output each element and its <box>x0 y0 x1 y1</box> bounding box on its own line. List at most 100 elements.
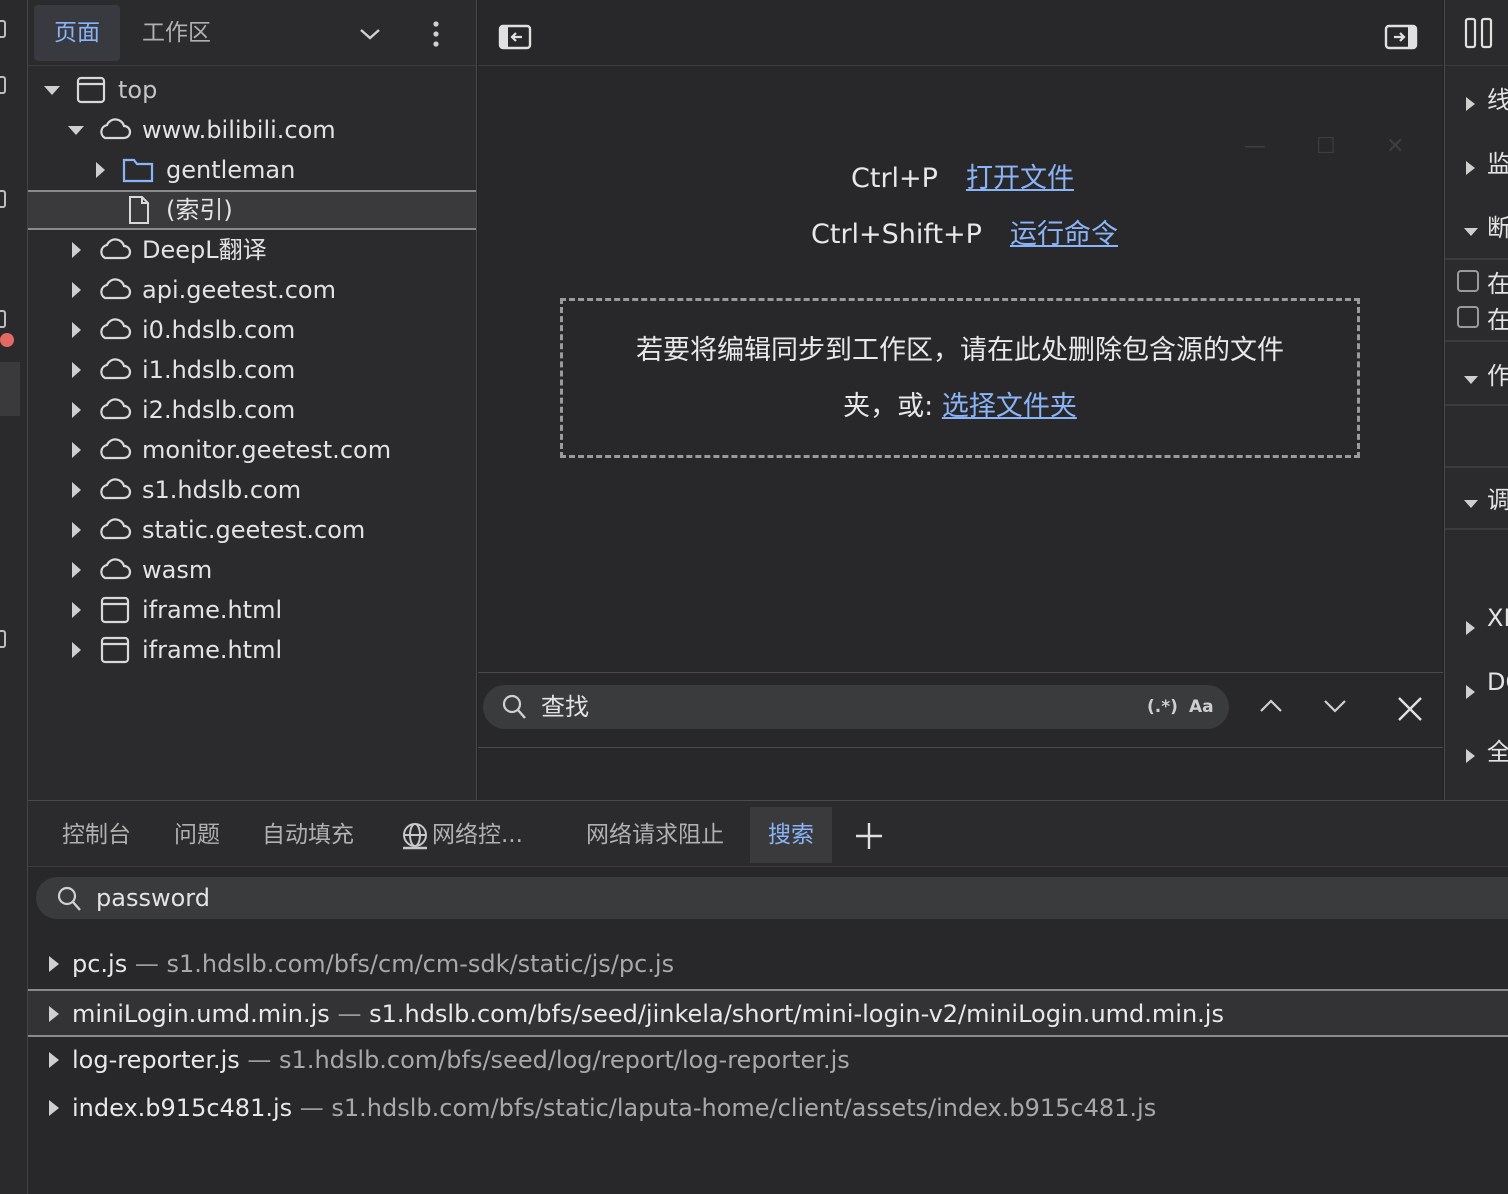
panel-icon[interactable] <box>0 76 6 94</box>
expand-arrow-right-icon[interactable] <box>66 630 86 670</box>
sidebar-section-header[interactable]: 作 <box>1445 356 1508 392</box>
panel-icon[interactable] <box>0 20 6 38</box>
tree-item[interactable]: i2.hdslb.com <box>28 390 476 430</box>
tree-item[interactable]: iframe.html <box>28 630 476 670</box>
navigator-panel: 页面 工作区 top www.bilibili.com gentleman (索引) D… <box>28 0 477 800</box>
expand-arrow-right-icon[interactable] <box>66 430 86 470</box>
expand-arrow-right-icon[interactable] <box>66 510 86 550</box>
tree-item-label: gentleman <box>166 156 296 184</box>
search-result-row[interactable]: pc.js — s1.hdslb.com/bfs/cm/cm-sdk/stati… <box>28 941 1508 989</box>
tab-network-conditions[interactable]: 网络控... <box>382 807 541 863</box>
expand-arrow-right-icon[interactable] <box>66 310 86 350</box>
tree-item[interactable]: gentleman <box>28 150 476 190</box>
expand-arrow-right-icon[interactable] <box>66 350 86 390</box>
cloud-icon <box>96 476 132 504</box>
open-file-link[interactable]: 打开文件 <box>966 163 1074 194</box>
tree-item[interactable]: iframe.html <box>28 590 476 630</box>
expand-arrow-right-icon[interactable] <box>66 390 86 430</box>
result-file-path: s1.hdslb.com/bfs/static/laputa-home/clie… <box>331 1094 1157 1122</box>
select-folder-link[interactable]: 选择文件夹 <box>942 391 1077 422</box>
expand-arrow-right-icon[interactable] <box>46 1037 66 1083</box>
sidebar-checkbox-row[interactable]: 在 <box>1445 300 1508 336</box>
sidebar-section-header[interactable]: 监 <box>1445 144 1508 180</box>
section-divider <box>1445 340 1508 342</box>
tree-item[interactable]: (索引) <box>28 190 476 230</box>
tab-issues[interactable]: 问题 <box>156 807 238 863</box>
toggle-navigator-icon[interactable] <box>498 24 532 50</box>
add-tab-icon[interactable] <box>854 821 884 851</box>
sidebar-section-header[interactable]: 线 <box>1445 80 1508 116</box>
tree-item-label: DeepL翻译 <box>142 236 267 264</box>
frame-icon <box>96 636 132 664</box>
editor-toolbar <box>478 0 1443 66</box>
error-badge-icon <box>0 333 14 347</box>
workspace-drop-zone[interactable]: 若要将编辑同步到工作区，请在此处删除包含源的文件 夹，或: 选择文件夹 <box>560 298 1360 458</box>
sidebar-section-header[interactable]: 全 <box>1445 732 1508 768</box>
cloud-icon <box>96 556 132 584</box>
pause-icon[interactable] <box>1463 16 1495 50</box>
sidebar-section-header[interactable]: DO <box>1445 668 1508 704</box>
sidebar-section-label: 断 <box>1487 208 1508 243</box>
tab-autofill[interactable]: 自动填充 <box>244 807 372 863</box>
tree-item[interactable]: monitor.geetest.com <box>28 430 476 470</box>
run-command-link[interactable]: 运行命令 <box>1010 219 1118 250</box>
tab-request-blocking[interactable]: 网络请求阻止 <box>568 807 742 863</box>
find-bar: 查找 (.*) Aa <box>478 672 1443 748</box>
tab-workspace[interactable]: 工作区 <box>122 5 231 61</box>
tree-item[interactable]: top <box>28 70 476 110</box>
expand-arrow-right-icon[interactable] <box>66 270 86 310</box>
expand-arrow-right-icon[interactable] <box>66 230 86 270</box>
panel-icon[interactable] <box>0 630 6 648</box>
tab-search[interactable]: 搜索 <box>750 807 832 863</box>
regex-toggle[interactable]: (.*) <box>1147 685 1178 729</box>
panel-icon[interactable] <box>0 190 6 208</box>
search-result-row[interactable]: miniLogin.umd.min.js — s1.hdslb.com/bfs/… <box>28 989 1508 1037</box>
expand-arrow-right-icon[interactable] <box>66 550 86 590</box>
tree-item[interactable]: i1.hdslb.com <box>28 350 476 390</box>
tree-item[interactable]: s1.hdslb.com <box>28 470 476 510</box>
chevron-up-icon[interactable] <box>1258 695 1284 717</box>
expand-arrow-down-icon[interactable] <box>42 70 62 110</box>
sidebar-section-label: 线 <box>1487 80 1508 115</box>
expand-arrow-right-icon[interactable] <box>66 470 86 510</box>
search-icon <box>502 694 526 719</box>
search-input[interactable]: password <box>36 877 1508 919</box>
match-case-toggle[interactable]: Aa <box>1189 685 1214 729</box>
sidebar-checkbox-row[interactable]: 在 <box>1445 264 1508 300</box>
result-file-path: s1.hdslb.com/bfs/seed/log/report/log-rep… <box>279 1046 850 1074</box>
more-options-icon[interactable] <box>426 18 446 50</box>
panel-icon[interactable] <box>0 310 6 328</box>
search-result-row[interactable]: log-reporter.js — s1.hdslb.com/bfs/seed/… <box>28 1037 1508 1085</box>
expand-arrow-right-icon[interactable] <box>46 1085 66 1131</box>
chevron-down-icon[interactable] <box>1322 695 1348 717</box>
chevron-down-icon[interactable] <box>358 22 382 46</box>
checkbox[interactable] <box>1457 270 1479 292</box>
tree-item[interactable]: api.geetest.com <box>28 270 476 310</box>
frame-icon <box>72 76 108 104</box>
tree-item[interactable]: static.geetest.com <box>28 510 476 550</box>
expand-arrow-right-icon[interactable] <box>90 150 110 190</box>
checkbox[interactable] <box>1457 306 1479 328</box>
tab-console[interactable]: 控制台 <box>44 807 149 863</box>
sidebar-section-header[interactable]: XH <box>1445 604 1508 640</box>
tree-item[interactable]: wasm <box>28 550 476 590</box>
find-input[interactable]: 查找 (.*) Aa <box>483 685 1229 729</box>
tree-item[interactable]: DeepL翻译 <box>28 230 476 270</box>
close-icon[interactable] <box>1396 695 1424 723</box>
expand-arrow-down-icon[interactable] <box>66 110 86 150</box>
sidebar-section-label: 调 <box>1487 480 1508 515</box>
sidebar-section-header[interactable]: 断 <box>1445 208 1508 244</box>
expand-arrow-right-icon[interactable] <box>46 941 66 987</box>
section-divider <box>1445 528 1508 530</box>
sidebar-section-header[interactable]: 调 <box>1445 480 1508 516</box>
tree-item[interactable]: www.bilibili.com <box>28 110 476 150</box>
shortcut-key: Ctrl+Shift+P <box>811 219 982 250</box>
tab-page[interactable]: 页面 <box>34 5 120 61</box>
search-result-row[interactable]: index.b915c481.js — s1.hdslb.com/bfs/sta… <box>28 1085 1508 1133</box>
expand-arrow-right-icon[interactable] <box>66 590 86 630</box>
tree-item[interactable]: i0.hdslb.com <box>28 310 476 350</box>
toggle-debugger-icon[interactable] <box>1384 24 1418 50</box>
debugger-toolbar <box>1445 0 1508 66</box>
search-icon <box>57 886 81 911</box>
expand-arrow-right-icon[interactable] <box>46 991 66 1037</box>
